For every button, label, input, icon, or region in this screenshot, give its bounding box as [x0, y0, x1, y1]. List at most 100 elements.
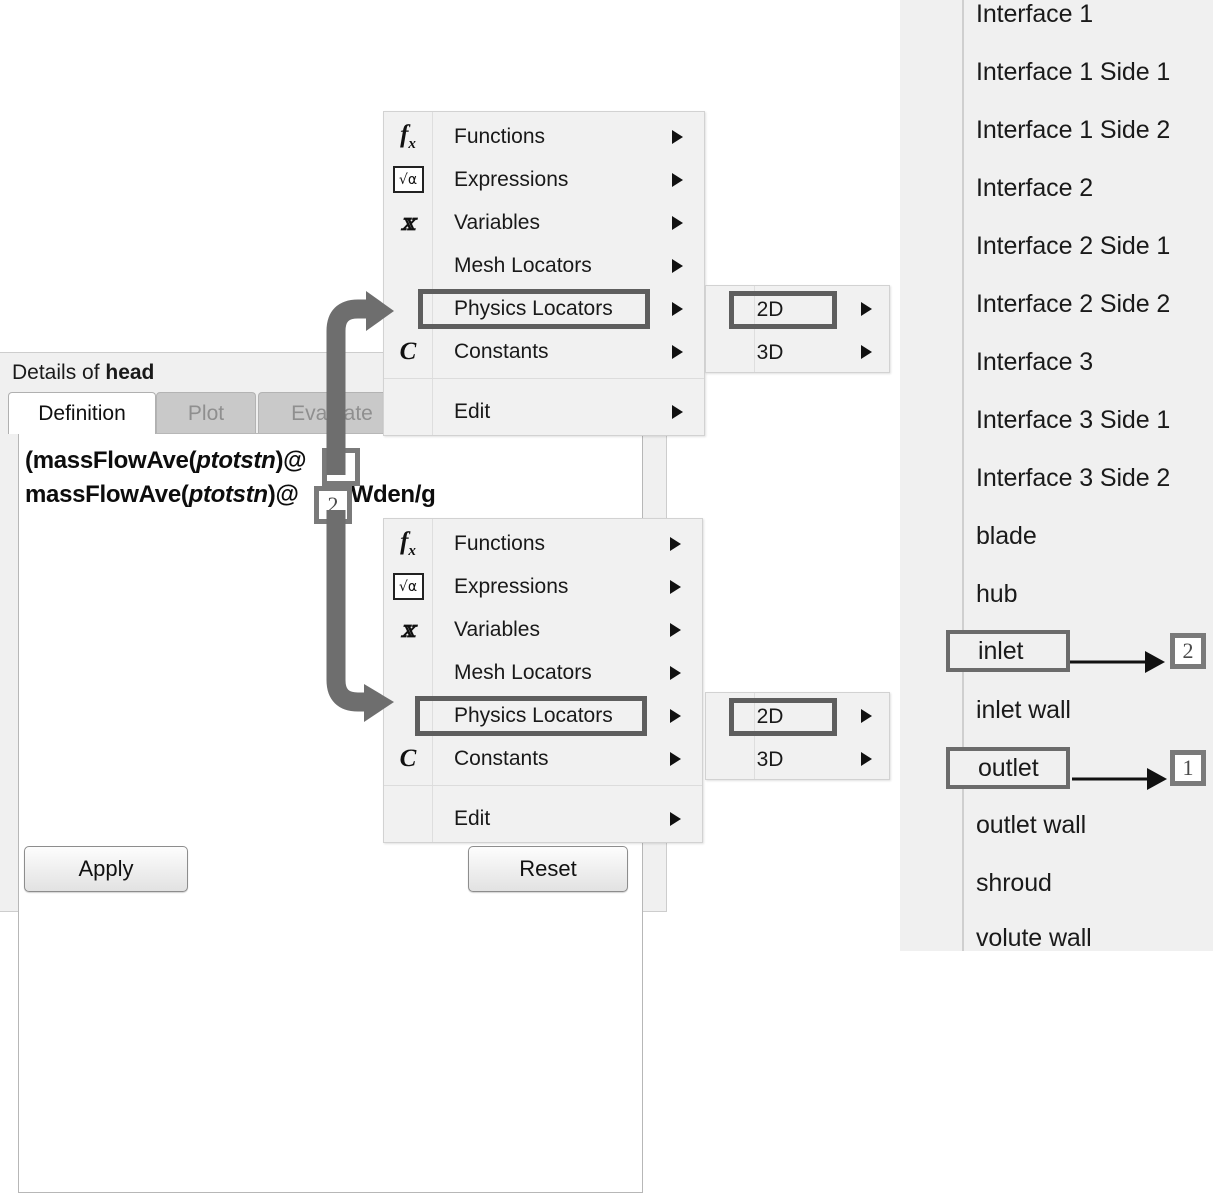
- list-item-interface-2[interactable]: Interface 2: [976, 174, 1093, 203]
- list-item-volute-wall[interactable]: volute wall: [976, 924, 1092, 953]
- chevron-right-icon: [672, 172, 683, 187]
- list-item-interface-2-side-2[interactable]: Interface 2 Side 2: [976, 290, 1170, 319]
- list-item-interface-1-side-1[interactable]: Interface 1 Side 1: [976, 58, 1170, 87]
- chevron-right-icon: [861, 302, 872, 316]
- menu-item-label: Constants: [454, 746, 549, 770]
- variables-x-icon: 𝕩: [401, 209, 415, 236]
- submenu-item-label: 3D: [756, 340, 784, 364]
- chevron-right-icon: [672, 301, 683, 316]
- list-item-interface-2-side-1[interactable]: Interface 2 Side 1: [976, 232, 1170, 261]
- reset-button[interactable]: Reset: [468, 846, 628, 892]
- menu-item-mesh-locators[interactable]: Mesh Locators: [384, 244, 704, 287]
- chevron-right-icon: [670, 708, 681, 723]
- expr-line2-b: )@: [267, 481, 299, 508]
- submenu-item-label: 2D: [756, 297, 784, 321]
- menu-item-physics-locators[interactable]: Physics Locators: [384, 694, 702, 737]
- chevron-right-icon: [672, 258, 683, 273]
- menu-item-edit[interactable]: Edit: [384, 797, 702, 840]
- list-item-outlet-wall[interactable]: outlet wall: [976, 811, 1086, 840]
- submenu-item-label: 2D: [756, 704, 784, 728]
- callout-badge-2-list: 2: [1170, 633, 1206, 669]
- menu-item-label: Mesh Locators: [454, 253, 592, 277]
- submenu-item-2d[interactable]: 2D: [706, 288, 889, 331]
- chevron-right-icon: [672, 404, 683, 419]
- submenu-item-3d[interactable]: 3D: [706, 738, 889, 781]
- list-item-interface-3-side-1[interactable]: Interface 3 Side 1: [976, 406, 1170, 435]
- sqrt-alpha-icon: √α: [384, 158, 432, 201]
- annotation-arrow-inlet: [1070, 651, 1165, 673]
- callout-arrow-down-right: [310, 510, 400, 725]
- menu-item-variables[interactable]: 𝕩 Variables: [384, 201, 704, 244]
- expr-line1-b: )@: [275, 447, 307, 474]
- list-item-hub[interactable]: hub: [976, 580, 1018, 609]
- expr-line1-italic: ptotstn: [196, 447, 276, 474]
- chevron-right-icon: [672, 344, 683, 359]
- chevron-right-icon: [670, 536, 681, 551]
- pane-divider: [962, 0, 964, 951]
- menu-item-label: Variables: [454, 617, 540, 641]
- arrow-shaft: [1072, 777, 1150, 781]
- page-title: Details of head: [12, 361, 154, 385]
- dialog-button-row: Apply Reset: [0, 846, 667, 906]
- tab-definition[interactable]: Definition: [8, 392, 156, 434]
- menu-item-edit[interactable]: Edit: [384, 390, 704, 433]
- chevron-right-icon: [861, 709, 872, 723]
- context-menu-secondary[interactable]: fx Functions √α Expressions 𝕩 Variables …: [383, 518, 703, 843]
- submenu-item-3d[interactable]: 3D: [706, 331, 889, 374]
- chevron-right-icon: [670, 665, 681, 680]
- menu-item-label: Functions: [454, 124, 546, 148]
- menu-item-label: Expressions: [454, 574, 569, 598]
- list-item-blade[interactable]: blade: [976, 522, 1037, 551]
- menu-item-functions[interactable]: fx Functions: [384, 522, 702, 565]
- fx-icon: fx: [400, 120, 416, 152]
- chevron-right-icon: [670, 579, 681, 594]
- context-menu-primary[interactable]: fx Functions √α Expressions 𝕩 Variables …: [383, 111, 705, 436]
- menu-item-label: Edit: [454, 399, 491, 423]
- menu-item-variables[interactable]: 𝕩 Variables: [384, 608, 702, 651]
- list-item-interface-3[interactable]: Interface 3: [976, 348, 1093, 377]
- chevron-right-icon: [670, 622, 681, 637]
- details-title-prefix: Details of: [12, 361, 106, 384]
- list-item-inlet-wall[interactable]: inlet wall: [976, 696, 1071, 725]
- chevron-right-icon: [861, 752, 872, 766]
- object-list-pane: Interface 1 Interface 1 Side 1 Interface…: [889, 0, 1213, 953]
- expr-line2-italic: ptotstn: [188, 481, 269, 508]
- menu-separator: [384, 378, 704, 379]
- menu-item-expressions[interactable]: √α Expressions: [384, 565, 702, 608]
- list-item-outlet[interactable]: outlet: [946, 747, 1070, 789]
- submenu-item-label: 3D: [756, 747, 784, 771]
- menu-item-label: Functions: [454, 531, 546, 555]
- menu-item-label: Physics Locators: [454, 703, 613, 727]
- menu-item-expressions[interactable]: √α Expressions: [384, 158, 704, 201]
- list-item-interface-1-side-2[interactable]: Interface 1 Side 2: [976, 116, 1170, 145]
- submenu-dimension-secondary[interactable]: 2D 3D: [705, 692, 890, 780]
- menu-item-label: Variables: [454, 210, 540, 234]
- chevron-right-icon: [670, 811, 681, 826]
- list-item-interface-1[interactable]: Interface 1: [976, 0, 1093, 29]
- submenu-dimension-primary[interactable]: 2D 3D: [705, 285, 890, 373]
- menu-separator: [384, 785, 702, 786]
- apply-button[interactable]: Apply: [24, 846, 188, 892]
- expr-line2-a: massFlowAve(: [25, 481, 189, 508]
- annotation-arrow-outlet: [1072, 768, 1167, 790]
- chevron-right-icon: [861, 345, 872, 359]
- tab-plot[interactable]: Plot: [156, 392, 256, 434]
- submenu-item-2d[interactable]: 2D: [706, 695, 889, 738]
- chevron-right-icon: [672, 215, 683, 230]
- menu-item-mesh-locators[interactable]: Mesh Locators: [384, 651, 702, 694]
- pane-gap: [889, 0, 900, 951]
- list-item-interface-3-side-2[interactable]: Interface 3 Side 2: [976, 464, 1170, 493]
- menu-item-physics-locators[interactable]: Physics Locators: [384, 287, 704, 330]
- menu-item-constants[interactable]: C Constants: [384, 737, 702, 780]
- menu-item-label: Edit: [454, 806, 491, 830]
- list-item-shroud[interactable]: shroud: [976, 869, 1052, 898]
- menu-item-functions[interactable]: fx Functions: [384, 115, 704, 158]
- arrow-head: [1145, 651, 1165, 673]
- callout-badge-1-list: 1: [1170, 750, 1206, 786]
- arrow-head: [1147, 768, 1167, 790]
- list-item-inlet[interactable]: inlet: [946, 630, 1070, 672]
- constant-c-icon: C: [399, 744, 417, 772]
- menu-item-constants[interactable]: C Constants: [384, 330, 704, 373]
- menu-item-label: Mesh Locators: [454, 660, 592, 684]
- details-title-name: head: [105, 361, 155, 384]
